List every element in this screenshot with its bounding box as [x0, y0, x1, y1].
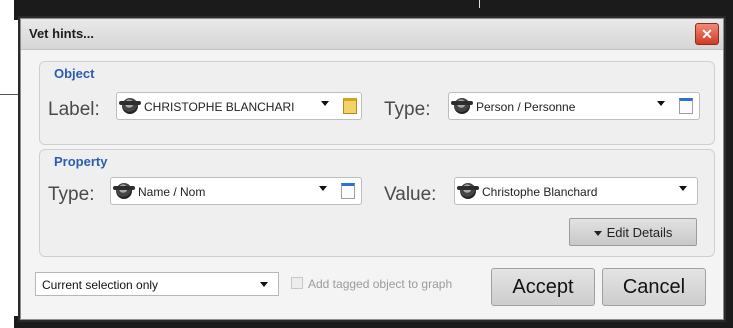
object-group: Object Label: CHRISTOPHE BLANCHARI Type:… [39, 61, 715, 145]
object-type-combo[interactable]: Person / Personne [448, 92, 700, 120]
edit-details-button[interactable]: Edit Details [569, 218, 697, 246]
property-legend: Property [54, 154, 108, 169]
chevron-down-icon[interactable] [321, 101, 329, 106]
chevron-down-icon [593, 231, 602, 236]
backdrop-connector-line [0, 94, 20, 95]
object-type-label: Type: [384, 99, 431, 120]
property-value-value: Christophe Blanchard [482, 185, 598, 199]
backdrop-vertical-line [479, 0, 480, 8]
person-icon [451, 98, 473, 114]
object-type-value: Person / Personne [476, 100, 576, 114]
note-icon[interactable] [341, 183, 355, 199]
property-value-label: Value: [384, 184, 437, 205]
chevron-down-icon[interactable] [319, 186, 327, 191]
note-icon[interactable] [679, 98, 693, 114]
property-type-value: Name / Nom [138, 185, 206, 199]
add-tagged-label: Add tagged object to graph [308, 277, 453, 291]
cancel-button[interactable]: Cancel [602, 268, 706, 306]
chevron-down-icon[interactable] [657, 101, 665, 106]
close-icon[interactable]: ✕ [695, 23, 719, 45]
backdrop-top-bar [14, 0, 733, 20]
note-icon[interactable] [343, 98, 357, 114]
property-type-combo[interactable]: Name / Nom [110, 177, 362, 205]
selection-scope-select[interactable]: Current selection only [35, 272, 279, 296]
edit-details-label: Edit Details [606, 225, 673, 240]
object-legend: Object [54, 66, 95, 81]
add-tagged-checkbox[interactable] [291, 277, 303, 289]
property-value-combo[interactable]: Christophe Blanchard [454, 177, 698, 205]
chevron-down-icon[interactable] [679, 186, 687, 191]
object-label-label: Label: [48, 99, 100, 120]
accept-button[interactable]: Accept [491, 268, 595, 306]
person-icon [113, 183, 135, 199]
object-label-combo[interactable]: CHRISTOPHE BLANCHARI [116, 92, 362, 120]
chevron-down-icon[interactable] [260, 282, 268, 287]
person-icon [119, 98, 141, 114]
selection-scope-value: Current selection only [42, 278, 159, 292]
property-type-label: Type: [48, 184, 95, 205]
vet-hints-dialog: Vet hints... ✕ Object Label: CHRISTOPHE … [20, 18, 724, 320]
object-label-value: CHRISTOPHE BLANCHARI [144, 100, 295, 114]
person-icon [457, 183, 479, 199]
dialog-title: Vet hints... [29, 26, 95, 41]
titlebar: Vet hints... ✕ [21, 19, 723, 50]
